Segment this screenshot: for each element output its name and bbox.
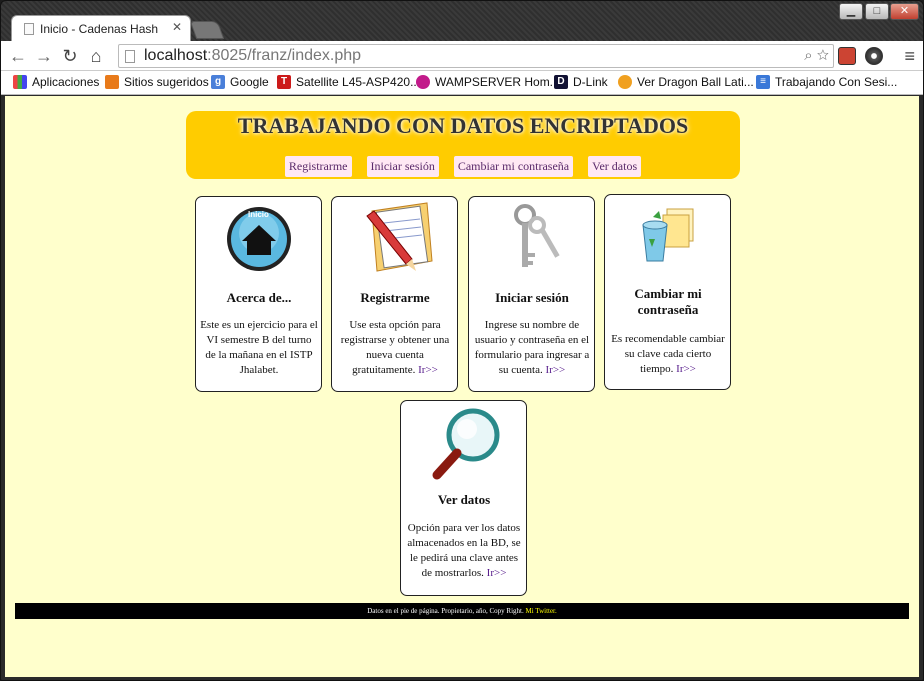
page-content: TRABAJANDO CON DATOS ENCRIPTADOS Registr… — [5, 96, 919, 677]
twitter-link[interactable]: Mi Twitter. — [525, 607, 556, 615]
magnifier-icon — [401, 405, 526, 485]
nav-registrarme[interactable]: Registrarme — [284, 156, 352, 177]
bookmark-icon — [105, 75, 119, 89]
card-text: Es recomendable cambiar su clave cada ci… — [611, 333, 725, 375]
card-go-link[interactable]: Ir>> — [487, 567, 507, 579]
close-tab-icon[interactable]: ✕ — [172, 20, 182, 34]
browser-toolbar: ← → ↻ ⌂ localhost:8025/franz/index.php ⌕… — [1, 41, 923, 71]
bookmark-item[interactable]: Aplicaciones — [13, 75, 99, 89]
browser-window: ▁ □ ✕ Inicio - Cadenas Hash ✕ ← → ↻ ⌂ lo… — [0, 0, 924, 681]
card-go-link[interactable]: Ir>> — [418, 364, 438, 376]
card-iniciar-sesion: Iniciar sesión Ingrese su nombre de usua… — [468, 196, 595, 392]
nav-cambiar-contrasena[interactable]: Cambiar mi contraseña — [453, 156, 574, 177]
tab-title: Inicio - Cadenas Hash — [40, 22, 159, 36]
close-window-button[interactable]: ✕ — [890, 3, 919, 20]
maximize-button[interactable]: □ — [865, 3, 889, 20]
site-header: TRABAJANDO CON DATOS ENCRIPTADOS Registr… — [186, 111, 740, 179]
card-ver-datos: Ver datos Opción para ver los datos alma… — [400, 400, 527, 596]
address-bar[interactable]: localhost:8025/franz/index.php ⌕ ☆ — [118, 44, 834, 68]
card-title: Cambiar mi contraseña — [634, 286, 702, 317]
bookmark-star-icon[interactable]: ⌕ ☆ — [804, 47, 829, 64]
reload-icon[interactable]: ↻ — [59, 45, 81, 67]
card-title: Acerca de... — [226, 290, 292, 305]
card-registrarme: Registrarme Use esta opción para registr… — [331, 196, 458, 392]
card-title: Registrarme — [360, 290, 430, 305]
extension-icon[interactable] — [865, 47, 883, 65]
notepad-pencil-icon — [332, 201, 457, 281]
card-title: Ver datos — [437, 492, 491, 507]
card-title: Iniciar sesión — [495, 290, 569, 305]
back-icon[interactable]: ← — [7, 45, 29, 67]
url-text: localhost:8025/franz/index.php — [144, 47, 362, 64]
new-tab-button[interactable] — [189, 21, 225, 39]
bookmark-icon — [618, 75, 632, 89]
bookmark-item[interactable]: D D-Link — [554, 75, 608, 89]
browser-tab[interactable]: Inicio - Cadenas Hash ✕ — [11, 15, 191, 41]
page-icon — [125, 50, 135, 63]
page-title: TRABAJANDO CON DATOS ENCRIPTADOS — [237, 113, 689, 138]
card-go-link[interactable]: Ir>> — [546, 364, 566, 376]
card-go-link[interactable]: Ir>> — [676, 363, 696, 375]
bookmark-item[interactable]: ≡ Trabajando Con Sesi... — [756, 75, 897, 89]
nav-iniciar-sesion[interactable]: Iniciar sesión — [366, 156, 439, 177]
card-acerca: Inicio Acerca de... Este es un ejercicio… — [195, 196, 322, 392]
minimize-button[interactable]: ▁ — [839, 3, 863, 20]
main-nav: Registrarme Iniciar sesión Cambiar mi co… — [186, 156, 740, 177]
title-bar: ▁ □ ✕ Inicio - Cadenas Hash ✕ — [1, 1, 923, 41]
nav-ver-datos[interactable]: Ver datos — [588, 156, 642, 177]
card-text: Use esta opción para registrarse y obten… — [340, 319, 450, 376]
apps-icon — [13, 75, 27, 89]
bookmark-item[interactable]: Sitios sugeridos — [105, 75, 209, 89]
card-text: Ingrese su nombre de usuario y contraseñ… — [474, 319, 590, 376]
bookmark-icon — [416, 75, 430, 89]
page-icon — [24, 23, 34, 35]
bookmarks-bar: Aplicaciones Sitios sugeridos g Google TS… — [1, 71, 923, 95]
home-icon: Inicio — [196, 201, 321, 281]
bookmark-item[interactable]: Ver Dragon Ball Lati... — [618, 75, 754, 89]
keys-icon — [469, 201, 594, 281]
card-cambiar-contrasena: Cambiar mi contraseña Es recomendable ca… — [604, 194, 731, 390]
card-text: Este es un ejercicio para el VI semestre… — [200, 319, 318, 376]
recycle-files-icon — [605, 199, 730, 279]
card-text: Opción para ver los datos almacenados en… — [407, 522, 521, 579]
page-footer: Datos en el pie de página. Propietario, … — [15, 603, 909, 619]
bookmark-item[interactable]: WAMPSERVER Hom... — [416, 75, 560, 89]
bookmark-item[interactable]: g Google — [211, 75, 269, 89]
extension-icon[interactable] — [838, 47, 856, 65]
svg-text:Inicio: Inicio — [248, 210, 269, 219]
home-icon[interactable]: ⌂ — [85, 45, 107, 67]
menu-icon[interactable]: ≡ — [904, 46, 915, 67]
forward-icon[interactable]: → — [33, 45, 55, 67]
bookmark-item[interactable]: T Satellite L45-ASP420... — [277, 75, 420, 89]
